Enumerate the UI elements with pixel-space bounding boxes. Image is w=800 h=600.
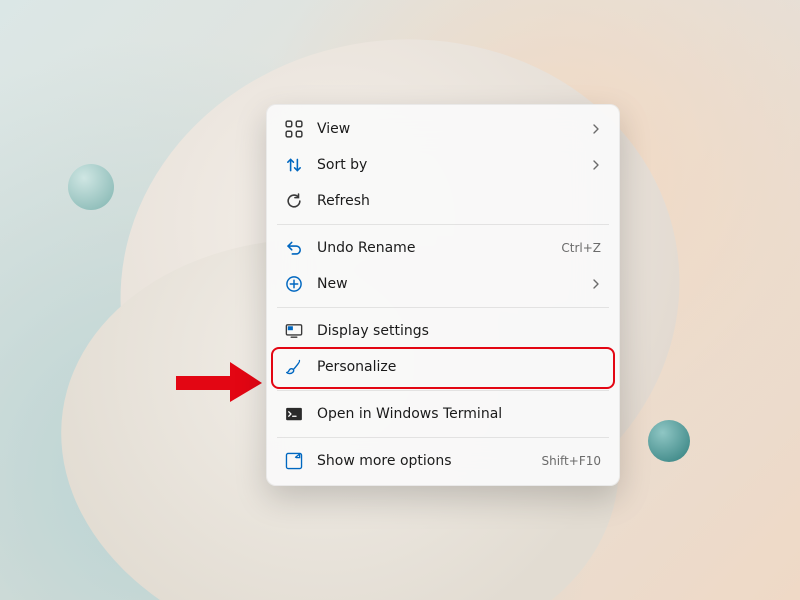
menu-item-label: Personalize <box>317 359 601 375</box>
menu-item-label: Open in Windows Terminal <box>317 406 601 422</box>
menu-item-view[interactable]: View <box>273 111 613 147</box>
menu-item-terminal[interactable]: Open in Windows Terminal <box>273 396 613 432</box>
menu-item-shortcut: Shift+F10 <box>541 454 601 468</box>
wallpaper-shape <box>68 164 114 210</box>
menu-separator <box>277 437 609 438</box>
callout-arrow <box>176 362 262 402</box>
plus-icon <box>285 275 303 293</box>
wallpaper-shape <box>648 420 690 462</box>
menu-item-label: Show more options <box>317 453 541 469</box>
desktop-context-menu: View Sort by Refresh Undo RenameCtrl+Z New Di… <box>266 104 620 486</box>
chevron-right-icon <box>587 124 601 134</box>
menu-separator <box>277 307 609 308</box>
menu-item-label: Display settings <box>317 323 601 339</box>
menu-item-display[interactable]: Display settings <box>273 313 613 349</box>
menu-item-refresh[interactable]: Refresh <box>273 183 613 219</box>
display-icon <box>285 322 303 340</box>
brush-icon <box>285 358 303 376</box>
menu-item-more[interactable]: Show more optionsShift+F10 <box>273 443 613 479</box>
undo-icon <box>285 239 303 257</box>
more-icon <box>285 452 303 470</box>
grid-icon <box>285 120 303 138</box>
menu-item-new[interactable]: New <box>273 266 613 302</box>
chevron-right-icon <box>587 160 601 170</box>
sort-icon <box>285 156 303 174</box>
menu-item-label: Refresh <box>317 193 601 209</box>
menu-separator <box>277 224 609 225</box>
menu-item-personalize[interactable]: Personalize <box>273 349 613 385</box>
menu-item-label: Sort by <box>317 157 587 173</box>
refresh-icon <box>285 192 303 210</box>
menu-item-label: New <box>317 276 587 292</box>
desktop-wallpaper[interactable]: View Sort by Refresh Undo RenameCtrl+Z New Di… <box>0 0 800 600</box>
menu-item-label: View <box>317 121 587 137</box>
menu-separator <box>277 390 609 391</box>
menu-item-shortcut: Ctrl+Z <box>561 241 601 255</box>
menu-item-label: Undo Rename <box>317 240 561 256</box>
terminal-icon <box>285 405 303 423</box>
chevron-right-icon <box>587 279 601 289</box>
menu-item-sort[interactable]: Sort by <box>273 147 613 183</box>
menu-item-undo[interactable]: Undo RenameCtrl+Z <box>273 230 613 266</box>
